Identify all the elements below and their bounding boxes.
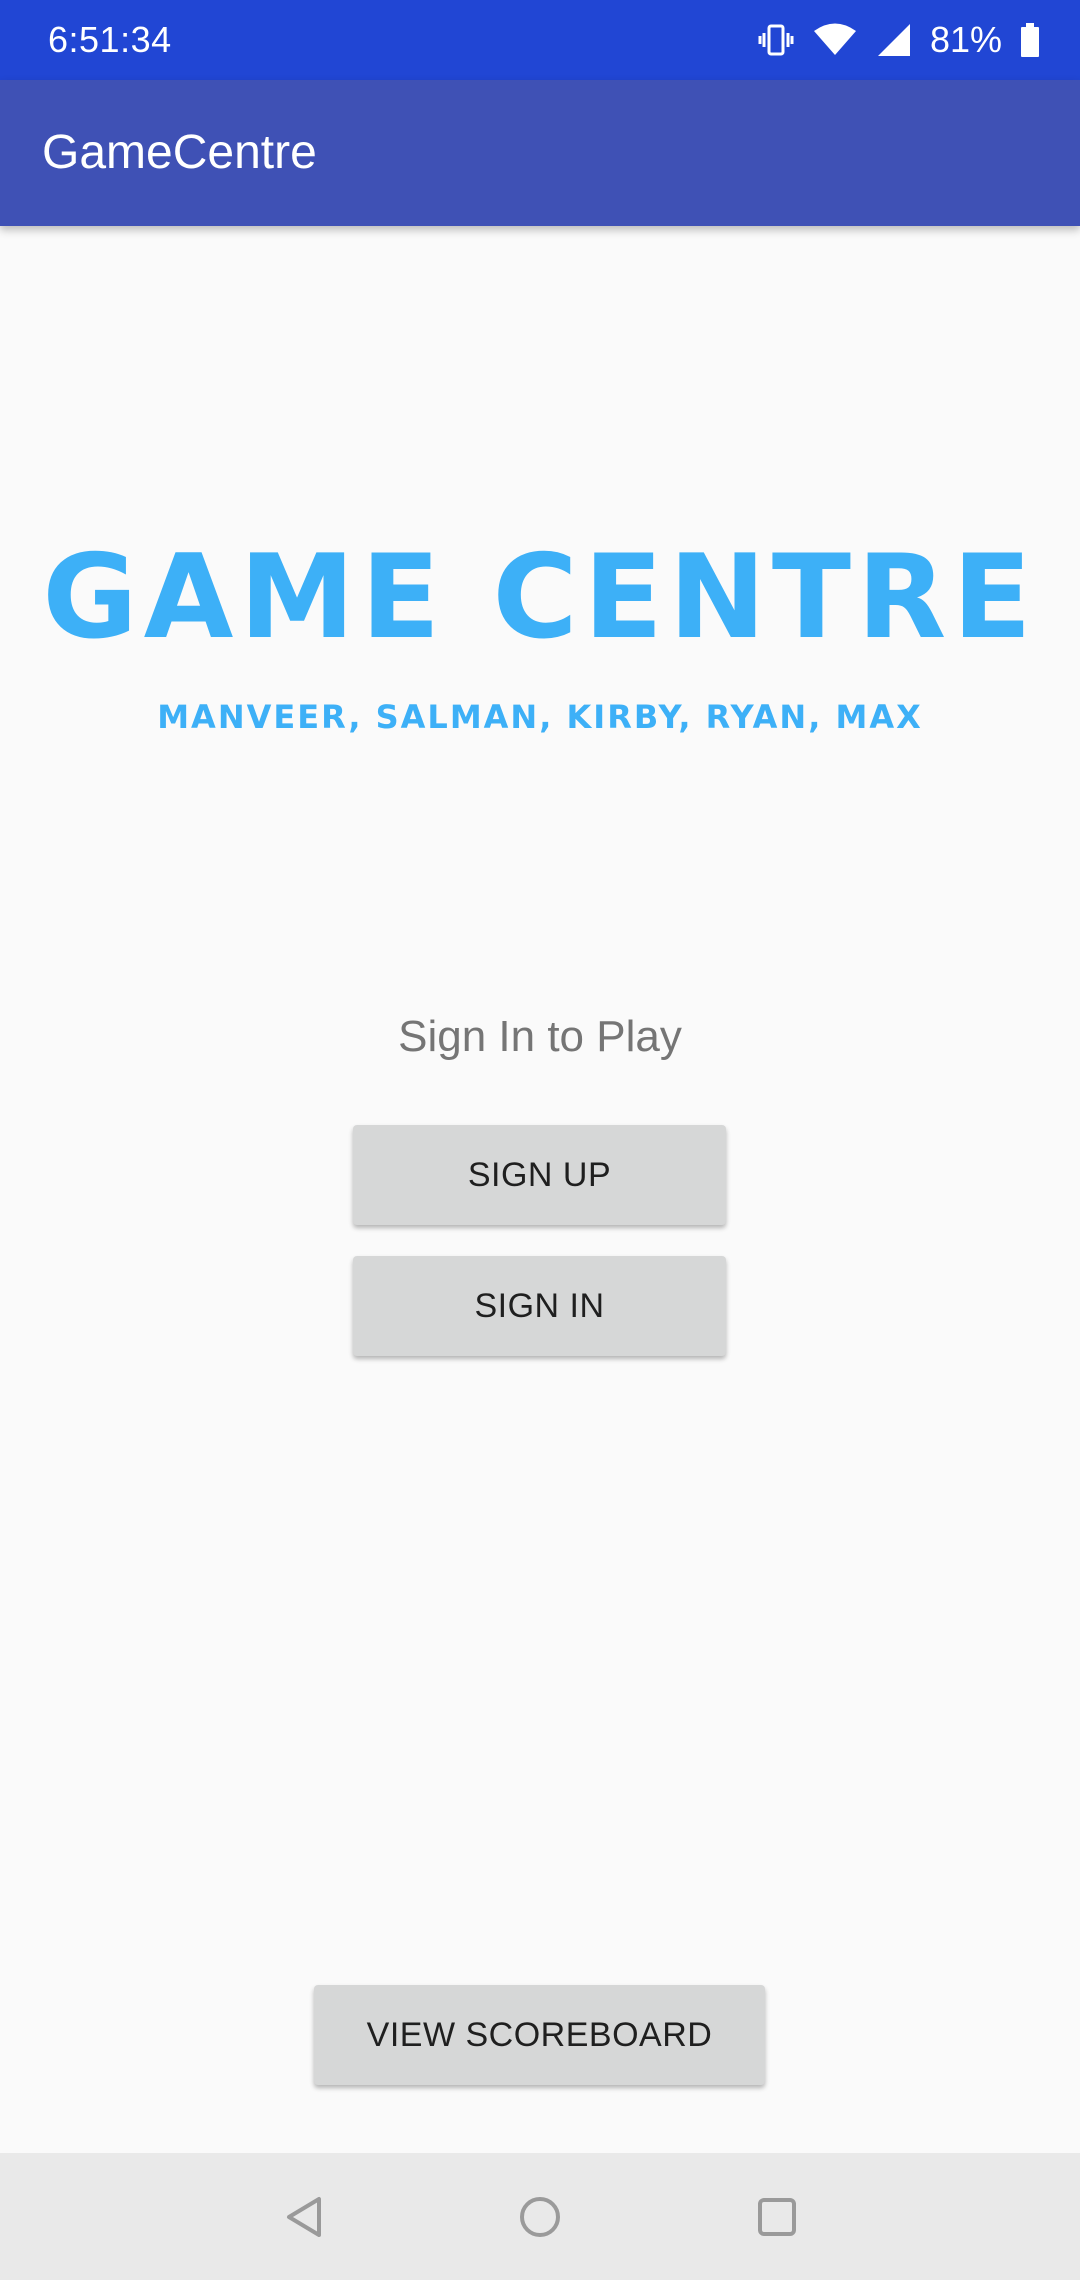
app-bar: GameCentre xyxy=(0,80,1080,226)
sign-in-button[interactable]: SIGN IN xyxy=(353,1256,726,1356)
status-icons: 81% xyxy=(758,0,1040,80)
battery-percent: 81% xyxy=(929,19,1002,60)
sign-up-button[interactable]: SIGN UP xyxy=(353,1125,726,1225)
app-title: GameCentre xyxy=(42,126,317,179)
view-scoreboard-button[interactable]: VIEW SCOREBOARD xyxy=(314,1985,765,2085)
navigation-bar xyxy=(0,2153,1080,2280)
back-icon xyxy=(287,2196,321,2237)
sign-in-prompt: Sign In to Play xyxy=(398,1012,682,1061)
home-icon xyxy=(520,2196,560,2237)
recents-button[interactable] xyxy=(717,2153,837,2280)
status-bar: 6:51:34 81% xyxy=(0,0,1080,80)
recents-icon xyxy=(758,2197,796,2236)
vibrate-icon xyxy=(758,22,794,58)
back-button[interactable] xyxy=(245,2153,365,2280)
logo-title: GAME CENTRE xyxy=(42,530,1038,665)
status-time: 6:51:34 xyxy=(48,19,172,60)
wifi-icon xyxy=(812,22,858,58)
battery-icon xyxy=(1020,22,1040,58)
cell-signal-icon xyxy=(876,22,912,58)
logo-subtitle: MANVEER, SALMAN, KIRBY, RYAN, MAX xyxy=(157,698,923,736)
game-centre-screen: 6:51:34 81% GameCentre GAME CENTRE MANVE… xyxy=(0,0,1080,2280)
home-button[interactable] xyxy=(480,2153,600,2280)
